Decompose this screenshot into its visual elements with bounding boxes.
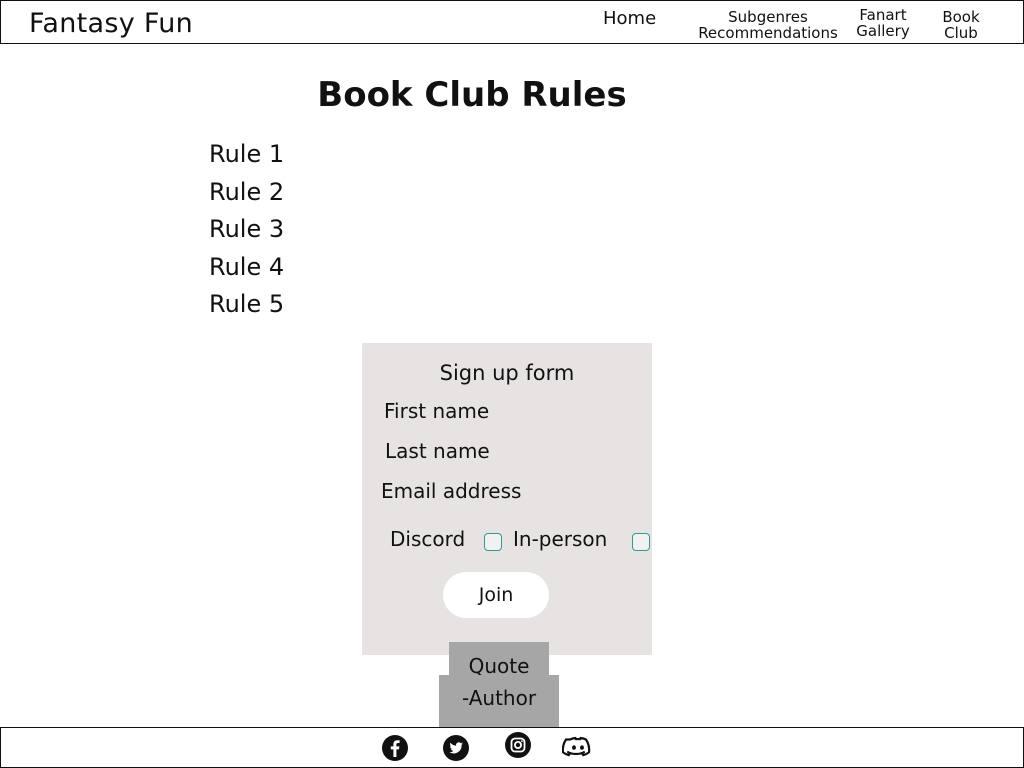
- rule-item: Rule 1: [209, 140, 285, 168]
- first-name-field[interactable]: First name: [384, 399, 489, 423]
- rule-item: Rule 2: [209, 177, 285, 206]
- rule-item: Rule 3: [209, 215, 285, 243]
- instagram-icon[interactable]: [504, 731, 532, 759]
- join-button[interactable]: Join: [443, 572, 549, 618]
- in-person-option-label: In-person: [513, 527, 608, 551]
- in-person-checkbox[interactable]: [632, 533, 650, 551]
- discord-icon[interactable]: [562, 734, 594, 762]
- quote-author: -Author: [439, 675, 559, 727]
- page-title: Book Club Rules: [317, 75, 627, 115]
- form-title: Sign up form: [439, 361, 575, 385]
- last-name-field[interactable]: Last name: [385, 439, 490, 463]
- discord-option-label: Discord: [390, 527, 466, 551]
- twitter-icon[interactable]: [442, 734, 470, 762]
- rule-item: Rule 5: [209, 290, 285, 318]
- nav-home[interactable]: Home: [603, 10, 656, 28]
- nav-book-club[interactable]: Book Club: [936, 9, 986, 41]
- site-title[interactable]: Fantasy Fun: [29, 8, 193, 39]
- site-header: Fantasy Fun Home Subgenres Recommendatio…: [0, 0, 1024, 44]
- site-footer: [0, 727, 1024, 768]
- nav-subgenres-recommendations[interactable]: Subgenres Recommendations: [689, 9, 847, 41]
- nav-fanart-gallery[interactable]: Fanart Gallery: [853, 7, 913, 39]
- email-field[interactable]: Email address: [381, 479, 521, 503]
- signup-form: Sign up form First name Last name Email …: [362, 343, 652, 655]
- rule-item: Rule 4: [209, 252, 285, 281]
- rules-list: Rule 1 Rule 2 Rule 3 Rule 4 Rule 5: [209, 137, 284, 325]
- facebook-icon[interactable]: [381, 734, 409, 762]
- discord-checkbox[interactable]: [484, 533, 502, 551]
